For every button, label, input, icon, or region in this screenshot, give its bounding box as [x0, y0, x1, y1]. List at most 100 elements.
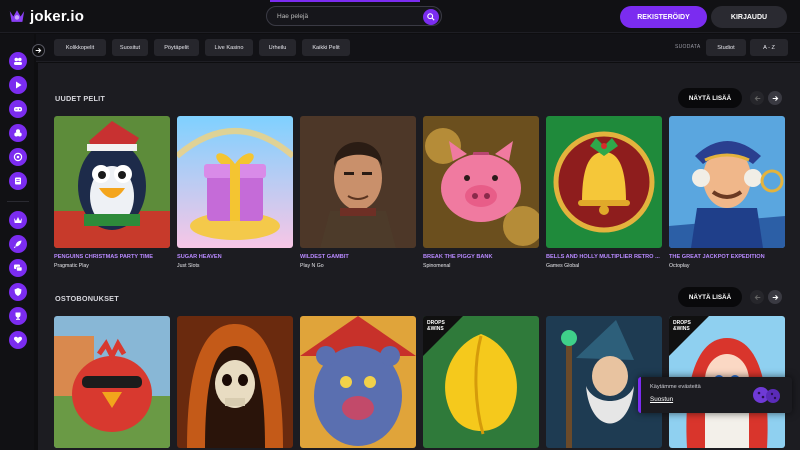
search-icon: [427, 13, 435, 21]
game-card[interactable]: [300, 316, 416, 448]
golden-fruit-artwork: [423, 316, 539, 448]
sidebar-chips-button[interactable]: [9, 124, 27, 142]
chat-icon: [14, 264, 23, 272]
game-thumbnail-piggy-bank[interactable]: [423, 116, 539, 248]
search-box[interactable]: [266, 6, 442, 26]
sidebar-chat-button[interactable]: [9, 259, 27, 277]
game-title[interactable]: WILDEST GAMBIT: [300, 254, 416, 260]
sidebar-cards-button[interactable]: [9, 172, 27, 190]
game-thumbnail-wildest-gambit[interactable]: [300, 116, 416, 248]
heart-icon: [13, 336, 23, 344]
game-thumbnail-bells-and-holly[interactable]: [546, 116, 662, 248]
cards-icon: [15, 177, 21, 185]
gamepad-icon: [14, 107, 22, 112]
sidebar-target-button[interactable]: [9, 148, 27, 166]
category-chip-poytapelit[interactable]: Pöytäpelit: [154, 39, 199, 56]
sort-button[interactable]: A - Z: [750, 39, 788, 56]
cookie-banner: Käytämme evästeitä Suostun: [638, 377, 792, 413]
game-title[interactable]: THE GREAT JACKPOT EXPEDITION: [669, 254, 785, 260]
category-chip-live-kasino[interactable]: Live Kasino: [205, 39, 253, 56]
chips-icon: [14, 129, 22, 137]
game-title[interactable]: BELLS AND HOLLY MULTIPLIER RETRO ...: [546, 254, 662, 260]
hooded-skeleton-artwork: [177, 316, 293, 448]
users-icon: [14, 57, 22, 65]
game-thumbnail-golden-peach[interactable]: DROPS &WINS: [423, 316, 539, 448]
section-title-bonus-buys: OSTOBONUKSET: [55, 294, 119, 303]
arrow-left-icon: [754, 294, 760, 300]
sidebar-play-button[interactable]: [9, 76, 27, 94]
game-title[interactable]: PENGUINS CHRISTMAS PARTY TIME: [54, 254, 170, 260]
game-thumbnail-penguins[interactable]: [54, 116, 170, 248]
game-card[interactable]: BELLS AND HOLLY MULTIPLIER RETRO ... Gam…: [546, 116, 662, 269]
game-card[interactable]: PENGUINS CHRISTMAS PARTY TIME Pragmatic …: [54, 116, 170, 269]
arrow-right-icon: [772, 294, 778, 300]
game-thumbnail-angry-bird[interactable]: [54, 316, 170, 448]
game-card[interactable]: WILDEST GAMBIT Play N Go: [300, 116, 416, 269]
sidebar-rocket-button[interactable]: [9, 235, 27, 253]
carousel-next-button[interactable]: [768, 290, 782, 304]
captain-artwork: [669, 116, 785, 248]
category-chip-kaikki-pelit[interactable]: Kaikki Pelit: [302, 39, 350, 56]
studios-button[interactable]: Studiot: [706, 39, 746, 56]
play-icon: [16, 81, 22, 89]
game-provider: Play N Go: [300, 263, 324, 269]
game-thumbnail-skeleton[interactable]: [177, 316, 293, 448]
game-card[interactable]: BREAK THE PIGGY BANK Spinomenal: [423, 116, 539, 269]
sidebar-collapse-button[interactable]: [32, 44, 45, 57]
logo[interactable]: joker.io: [8, 8, 84, 25]
game-card[interactable]: [54, 316, 170, 448]
show-more-button[interactable]: NÄYTÄ LISÄÄ: [678, 287, 742, 307]
game-provider: Pragmatic Play: [54, 263, 89, 269]
shield-icon: [14, 288, 22, 296]
register-button[interactable]: REKISTERÖIDY: [620, 6, 707, 28]
sidebar-shield-button[interactable]: [9, 283, 27, 301]
game-thumbnail-bear[interactable]: [300, 316, 416, 448]
sidebar-vip-button[interactable]: [9, 211, 27, 229]
sidebar-favorites-button[interactable]: [9, 331, 27, 349]
game-card[interactable]: DROPS &WINS: [423, 316, 539, 448]
category-chip-kolikkopelit[interactable]: Kolikkopelit: [54, 39, 106, 56]
game-provider: Spinomenal: [423, 263, 451, 269]
trophy-icon: [15, 312, 21, 320]
cowboy-artwork: [300, 116, 416, 248]
drops-wins-badge-line2: &WINS: [427, 326, 444, 332]
sidebar-gamepad-button[interactable]: [9, 100, 27, 118]
carousel-prev-button[interactable]: [750, 91, 764, 105]
game-card[interactable]: THE GREAT JACKPOT EXPEDITION Octoplay: [669, 116, 785, 269]
category-chip-suositut[interactable]: Suositut: [112, 39, 148, 56]
game-provider: Games Global: [546, 263, 580, 269]
sidebar: [0, 34, 34, 450]
cookie-accept-link[interactable]: Suostun: [650, 396, 673, 403]
login-button[interactable]: KIRJAUDU: [711, 6, 787, 28]
drops-wins-badge-line2: &WINS: [673, 326, 690, 332]
show-more-button[interactable]: NÄYTÄ LISÄÄ: [678, 88, 742, 108]
filter-label: SUODATA: [675, 44, 701, 50]
logo-text: joker.io: [30, 8, 85, 25]
gift-box-artwork: [177, 116, 293, 248]
sidebar-trophy-button[interactable]: [9, 307, 27, 325]
category-chip-urheilu[interactable]: Urheilu: [259, 39, 296, 56]
arrow-right-icon: [35, 48, 42, 53]
sidebar-divider: [7, 201, 29, 202]
search-input[interactable]: [277, 12, 417, 20]
search-button[interactable]: [423, 9, 439, 25]
top-accent-line: [270, 0, 420, 2]
game-title[interactable]: BREAK THE PIGGY BANK: [423, 254, 539, 260]
cookie-text: Käytämme evästeitä: [650, 384, 701, 390]
target-icon: [13, 152, 23, 162]
sidebar-users-button[interactable]: [9, 52, 27, 70]
section-title-new-games: UUDET PELIT: [55, 94, 106, 103]
game-thumbnail-sugar-heaven[interactable]: [177, 116, 293, 248]
cookie-icon: [753, 387, 780, 403]
carousel-prev-button[interactable]: [750, 290, 764, 304]
game-title[interactable]: SUGAR HEAVEN: [177, 254, 293, 260]
bear-artwork: [300, 316, 416, 448]
game-card[interactable]: SUGAR HEAVEN Just Slots: [177, 116, 293, 269]
carousel-next-button[interactable]: [768, 91, 782, 105]
arrow-left-icon: [754, 95, 760, 101]
game-card[interactable]: [177, 316, 293, 448]
category-filter-bar: Kolikkopelit Suositut Pöytäpelit Live Ka…: [36, 34, 800, 62]
top-bar: joker.io REKISTERÖIDY KIRJAUDU: [0, 0, 800, 33]
game-thumbnail-great-jackpot[interactable]: [669, 116, 785, 248]
piggy-bank-artwork: [423, 116, 539, 248]
